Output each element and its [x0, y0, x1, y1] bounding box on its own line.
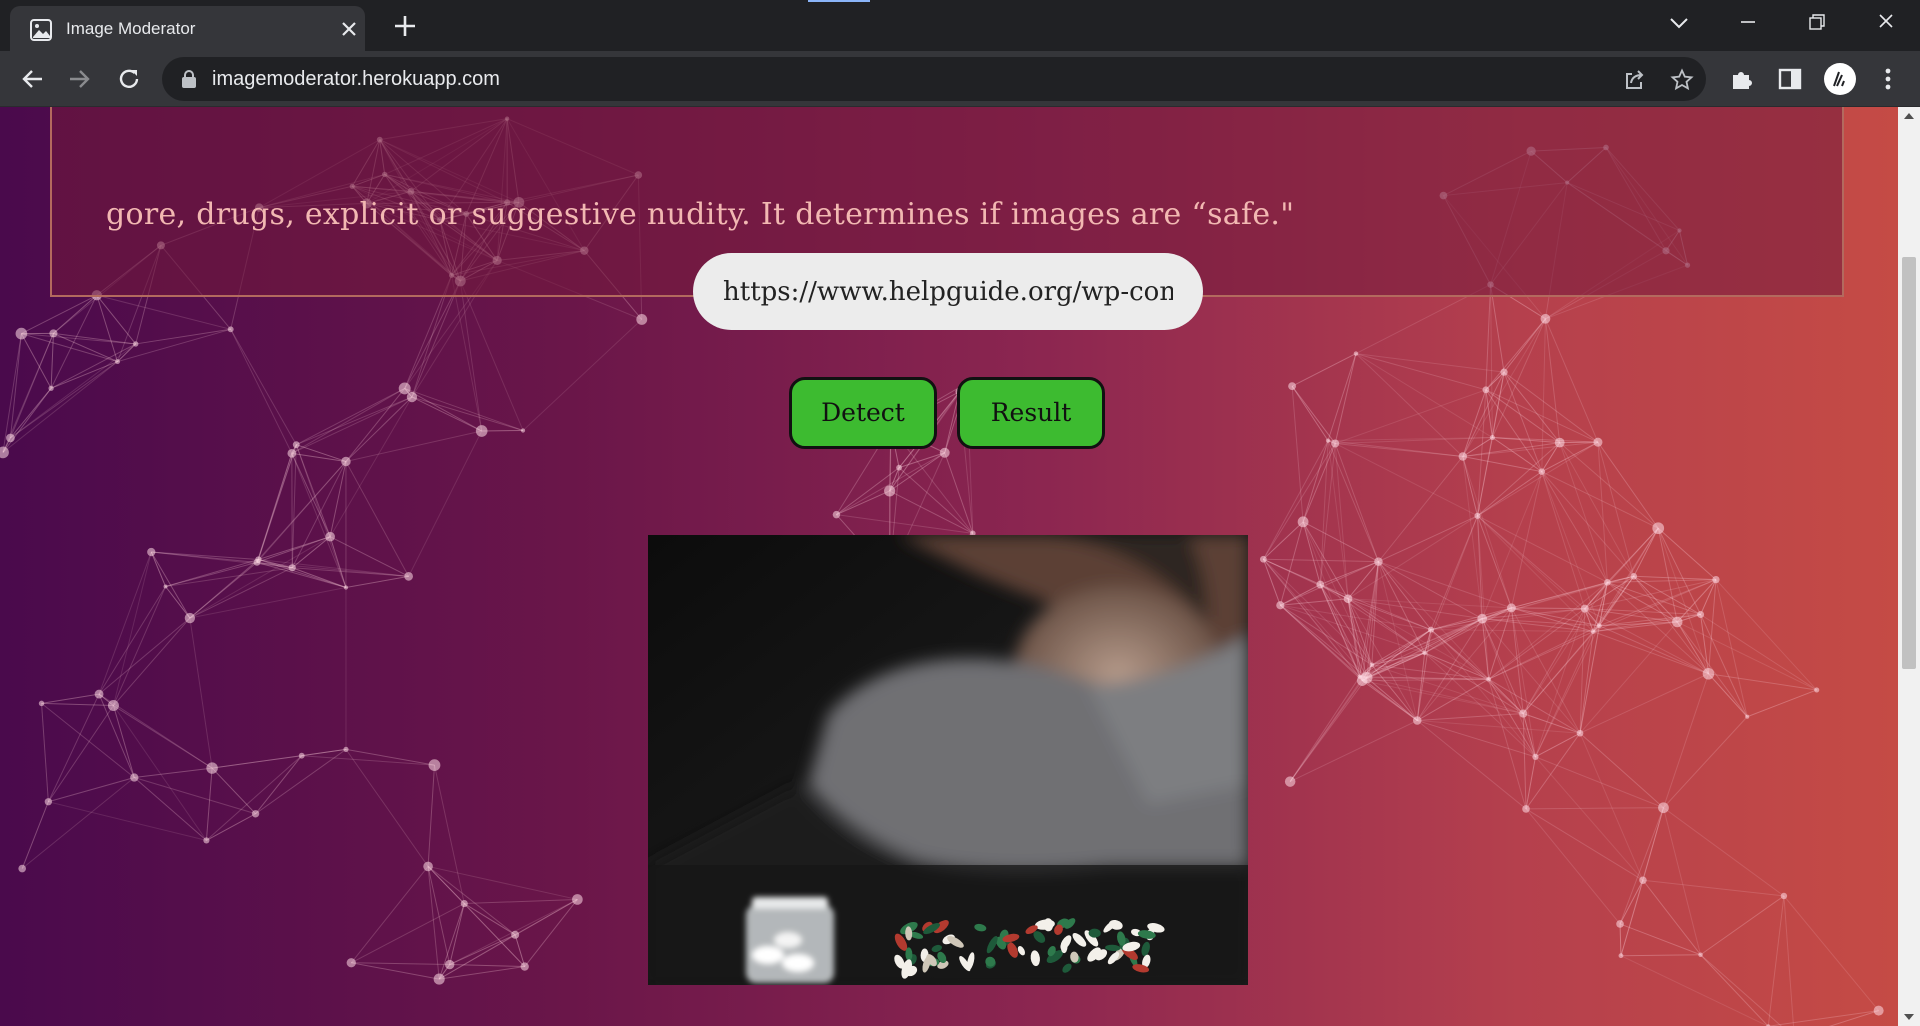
- tab-title: Image Moderator: [66, 19, 196, 38]
- scroll-up-arrow-icon[interactable]: [1903, 111, 1915, 121]
- share-icon[interactable]: [1622, 68, 1646, 92]
- browser-toolbar: imagemoderator.herokuapp.com: [0, 51, 1920, 107]
- avatar[interactable]: [1824, 63, 1856, 95]
- restore-icon[interactable]: [1802, 10, 1830, 34]
- detect-button[interactable]: Detect: [789, 377, 937, 449]
- tab-image-moderator[interactable]: Image Moderator: [10, 6, 365, 51]
- url-text[interactable]: imagemoderator.herokuapp.com: [212, 68, 500, 91]
- photo-illustration: [648, 535, 1248, 985]
- reload-icon[interactable]: [114, 64, 144, 94]
- forward-arrow-icon[interactable]: [64, 64, 94, 94]
- image-url-input[interactable]: [693, 253, 1203, 330]
- lock-icon[interactable]: [180, 69, 198, 89]
- profile-icon: [1833, 71, 1845, 87]
- image-icon: [30, 19, 52, 41]
- result-button[interactable]: Result: [957, 377, 1105, 449]
- new-tab-icon[interactable]: [392, 13, 418, 39]
- description-text: gore, drugs, explicit or suggestive nudi…: [106, 197, 1295, 232]
- kebab-menu-icon[interactable]: [1874, 65, 1902, 93]
- star-icon[interactable]: [1670, 68, 1694, 92]
- address-bar[interactable]: imagemoderator.herokuapp.com: [162, 57, 1706, 101]
- page-viewport: gore, drugs, explicit or suggestive nudi…: [0, 107, 1898, 1026]
- puzzle-icon[interactable]: [1728, 65, 1756, 93]
- chevron-down-icon[interactable]: [1666, 12, 1692, 34]
- sidepanel-icon[interactable]: [1776, 65, 1804, 93]
- moderated-image: [648, 535, 1248, 985]
- close-icon[interactable]: [338, 18, 360, 40]
- scrollbar-thumb[interactable]: [1902, 257, 1916, 669]
- scroll-down-arrow-icon[interactable]: [1903, 1012, 1915, 1022]
- tab-strip: Image Moderator: [0, 0, 1920, 51]
- tab-indicator: [808, 0, 870, 2]
- back-arrow-icon[interactable]: [18, 64, 48, 94]
- minimize-icon[interactable]: [1734, 10, 1762, 34]
- window-close-icon[interactable]: [1872, 10, 1900, 34]
- vertical-scrollbar[interactable]: [1898, 107, 1920, 1026]
